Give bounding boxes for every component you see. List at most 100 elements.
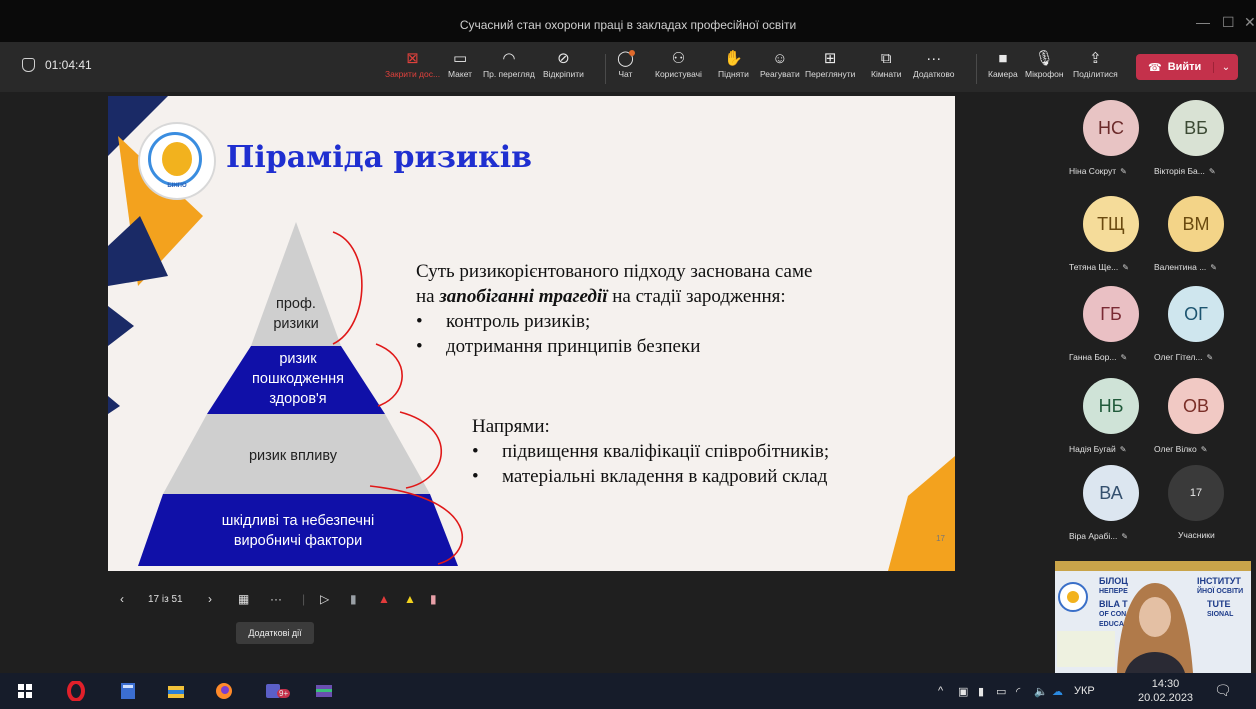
pin-button[interactable]: ⊘ Відкріпити: [543, 49, 584, 79]
pin-icon: ⊘: [557, 50, 570, 67]
windows-start-icon[interactable]: [18, 684, 38, 704]
participant-avatar[interactable]: ОГ: [1168, 286, 1224, 342]
toolbar-label: Поділитися: [1073, 69, 1118, 79]
next-slide-icon[interactable]: ›: [208, 592, 212, 606]
eye-button[interactable]: ◠ Пр. перегляд: [483, 49, 535, 79]
share-icon: ⇪: [1089, 50, 1102, 67]
pointer-icon[interactable]: ▷: [320, 592, 329, 606]
toolbar-divider: [605, 54, 606, 84]
participant-name-text: Олег Гітел...: [1154, 352, 1203, 362]
toolbar-label: Переглянути: [805, 69, 856, 79]
toolbar-label: Відкріпити: [543, 69, 584, 79]
participant-name-text: Надія Бугай: [1069, 444, 1116, 454]
teams-badge: 9+: [277, 689, 291, 698]
eraser-icon[interactable]: ▮: [350, 592, 357, 606]
chat-button[interactable]: ◯ Чат: [617, 49, 635, 79]
participant-avatar[interactable]: ВБ: [1168, 100, 1224, 156]
bullet-item: підвищення кваліфікації співробітників;: [472, 439, 829, 464]
rooms-button[interactable]: ⧉ Кімнати: [871, 49, 902, 79]
calculator-icon[interactable]: [118, 681, 138, 701]
app-icon[interactable]: [314, 681, 334, 701]
slide-title: Піраміда ризиків: [226, 140, 533, 175]
highlighter-icon[interactable]: ▲: [404, 592, 416, 606]
mic-muted-icon: ✎: [1208, 167, 1216, 176]
meeting-toolbar: 01:04:41 ⊠ Закрити дос... ▭ Макет ◠ Пр. перег…: [0, 42, 1256, 92]
smile-button[interactable]: ☺ Реагувати: [760, 49, 800, 79]
participant-avatar[interactable]: ВА: [1083, 465, 1139, 521]
onedrive-icon[interactable]: ☁: [1052, 685, 1063, 698]
wifi-icon[interactable]: ◜: [1016, 685, 1020, 698]
close-icon[interactable]: ✕: [1244, 14, 1256, 31]
shield-icon: [22, 58, 35, 72]
camera-button[interactable]: ■ Камера: [988, 49, 1018, 79]
mic-button[interactable]: 🎙 Мікрофон: [1025, 49, 1064, 79]
eye-icon: ◠: [502, 50, 516, 67]
more-button[interactable]: ··· Додатково: [913, 49, 954, 79]
participant-name-text: Вікторія Ба...: [1154, 166, 1205, 176]
slide-text-line: на запобіганні трагедії на стадії зародж…: [416, 286, 786, 307]
participant-avatar[interactable]: ТЩ: [1083, 196, 1139, 252]
participant-avatar[interactable]: ГБ: [1083, 286, 1139, 342]
participant-name: Валентина ... ✎: [1154, 262, 1217, 272]
participant-name-text: Ніна Сокрут: [1069, 166, 1117, 176]
marker-icon[interactable]: ▮: [430, 592, 437, 606]
clock[interactable]: 14:30 20.02.2023: [1138, 677, 1193, 705]
more-actions-icon[interactable]: ···: [270, 592, 282, 606]
toolbar-divider: [976, 54, 977, 84]
people-button[interactable]: ⚇ Користувачі: [655, 49, 702, 79]
prev-slide-icon[interactable]: ‹: [120, 592, 124, 606]
mic-muted-icon: ✎: [1122, 263, 1129, 272]
logo-text: БІНПО: [167, 183, 187, 189]
minimize-icon[interactable]: —: [1196, 14, 1210, 30]
file-explorer-icon[interactable]: [166, 681, 186, 701]
participant-name-text: Ганна Бор...: [1069, 352, 1117, 362]
notifications-icon[interactable]: 🗨: [1214, 682, 1232, 699]
slide-text-block-2: Напрями: підвищення кваліфікації співроб…: [472, 414, 829, 489]
bullet-item: контроль ризиків;: [416, 309, 812, 334]
share-button[interactable]: ⇪ Поділитися: [1073, 49, 1118, 79]
tooltip: Додаткові дії: [236, 622, 314, 644]
participant-avatar[interactable]: НБ: [1083, 378, 1139, 434]
grid-view-icon[interactable]: ▦: [238, 592, 249, 606]
hand-button[interactable]: ✋ Підняти: [718, 49, 749, 79]
maximize-icon[interactable]: ☐: [1222, 14, 1235, 31]
pyramid-level-3: ризик впливу: [248, 448, 338, 464]
slide-text-line: Напрями:: [472, 416, 550, 437]
camera-icon: ■: [998, 50, 1008, 67]
banner-text: EDUCA: [1099, 621, 1124, 628]
leave-label: Вийти: [1167, 61, 1202, 73]
tray-app-icon[interactable]: ▣: [958, 685, 968, 698]
banner-text: BILA T: [1099, 599, 1128, 609]
toolbar-label: Мікрофон: [1025, 69, 1064, 79]
tray-chevron-icon[interactable]: ^: [938, 685, 943, 697]
leave-button[interactable]: ☎ Вийти ⌄: [1136, 54, 1238, 80]
participant-avatar[interactable]: ВМ: [1168, 196, 1224, 252]
toolbar-label: Підняти: [718, 69, 749, 79]
view-button[interactable]: ⊞ Переглянути: [805, 49, 855, 79]
participant-avatar[interactable]: ОВ: [1168, 378, 1224, 434]
language-indicator[interactable]: УКР: [1074, 685, 1095, 697]
participant-name: Ганна Бор... ✎: [1069, 352, 1127, 362]
x-box-button[interactable]: ⊠ Закрити дос...: [385, 49, 440, 79]
participant-avatar[interactable]: НС: [1083, 100, 1139, 156]
volume-icon[interactable]: 🔈: [1034, 685, 1048, 698]
mic-muted-icon: ✎: [1206, 353, 1214, 362]
toolbar-label: Макет: [448, 69, 473, 79]
participant-name: Ніна Сокрут ✎: [1069, 166, 1127, 176]
toolbar-label: Реагувати: [760, 69, 800, 79]
layout-button[interactable]: ▭ Макет: [448, 49, 472, 79]
page-indicator: 17 із 51: [148, 594, 183, 605]
pen-red-icon[interactable]: ▲: [378, 592, 390, 606]
toolbar-label: Камера: [988, 69, 1018, 79]
firefox-icon[interactable]: [214, 681, 234, 701]
title-bar: Сучасний стан охорони праці в закладах п…: [0, 0, 1256, 42]
chevron-down-icon[interactable]: ⌄: [1213, 61, 1238, 73]
phone-icon: ☎: [1148, 61, 1162, 74]
opera-icon[interactable]: [66, 681, 86, 701]
battery-icon[interactable]: ▭: [996, 685, 1006, 698]
pyramid-level-4: шкідливі та небезпечні виробничі фактори: [221, 513, 375, 549]
participant-name: Олег Гітел... ✎: [1154, 352, 1213, 362]
participants-count[interactable]: 17: [1168, 465, 1224, 521]
slide-number: 17: [936, 534, 945, 543]
usb-icon[interactable]: ▮: [978, 685, 984, 698]
